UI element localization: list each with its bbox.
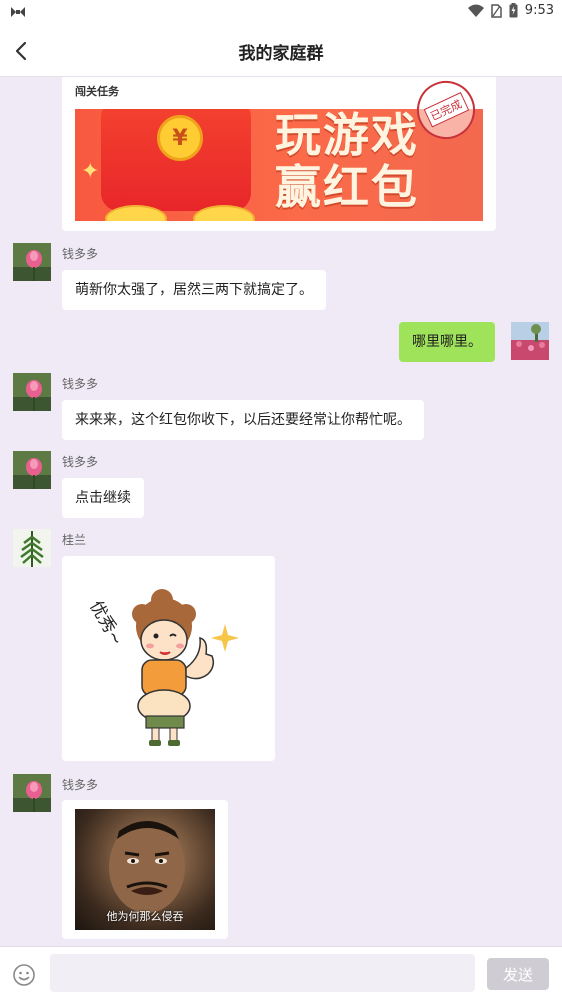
avatar-qianduoduo[interactable]	[13, 774, 51, 812]
avatar-qianduoduo[interactable]	[13, 451, 51, 489]
chat-list[interactable]: 闯关任务 ¥ ✦ 玩游戏 赢红包 已完成 钱多多 萌新你太强了，居然三两下就搞定…	[0, 77, 562, 946]
app-notification-icon	[10, 4, 26, 23]
meme-photo: 他为何那么侵吞	[75, 809, 215, 930]
avatar-guilan[interactable]	[13, 529, 51, 567]
message-bubble[interactable]: 萌新你太强了，居然三两下就搞定了。	[62, 270, 326, 310]
yuan-coin-icon: ¥	[157, 115, 203, 161]
wifi-icon	[467, 4, 484, 17]
continue-bubble[interactable]: 点击继续	[62, 478, 144, 518]
avatar-self[interactable]	[511, 322, 549, 360]
red-envelope-icon: ¥	[101, 109, 251, 211]
smiley-icon	[13, 964, 35, 986]
avatar-qianduoduo[interactable]	[13, 373, 51, 411]
sticker-text: 优秀~	[85, 598, 126, 650]
image-message[interactable]: 他为何那么侵吞	[62, 800, 228, 939]
message-input[interactable]	[50, 954, 475, 992]
sender-name: 钱多多	[62, 247, 99, 261]
input-bar: 发送	[0, 946, 562, 999]
battery-charging-icon	[509, 3, 518, 18]
no-sim-icon	[491, 3, 502, 18]
nav-bar: 我的家庭群	[0, 24, 562, 77]
card-title: 闯关任务	[75, 85, 119, 98]
thumbs-up-sticker: 优秀~	[85, 589, 239, 746]
sticker-message[interactable]: 优秀~	[62, 556, 275, 761]
avatar-qianduoduo[interactable]	[13, 243, 51, 281]
emoji-button[interactable]	[12, 963, 36, 987]
message-bubble[interactable]: 来来来，这个红包你收下，以后还要经常让你帮忙呢。	[62, 400, 424, 440]
my-message-bubble[interactable]: 哪里哪里。	[399, 322, 495, 362]
sender-name: 钱多多	[62, 377, 99, 391]
send-button[interactable]: 发送	[487, 958, 549, 990]
banner-line-2: 赢红包	[275, 160, 419, 214]
sender-name: 桂兰	[62, 533, 87, 547]
page-title: 我的家庭群	[238, 44, 324, 64]
stamp-label: 已完成	[423, 92, 469, 128]
photo-caption: 他为何那么侵吞	[106, 910, 184, 923]
sparkle-icon: ✦	[81, 159, 100, 184]
task-card[interactable]: 闯关任务 ¥ ✦ 玩游戏 赢红包 已完成	[62, 77, 496, 231]
sender-name: 钱多多	[62, 778, 99, 792]
status-time: 9:53	[524, 3, 554, 18]
sender-name: 钱多多	[62, 455, 99, 469]
status-bar: 9:53	[0, 0, 562, 24]
